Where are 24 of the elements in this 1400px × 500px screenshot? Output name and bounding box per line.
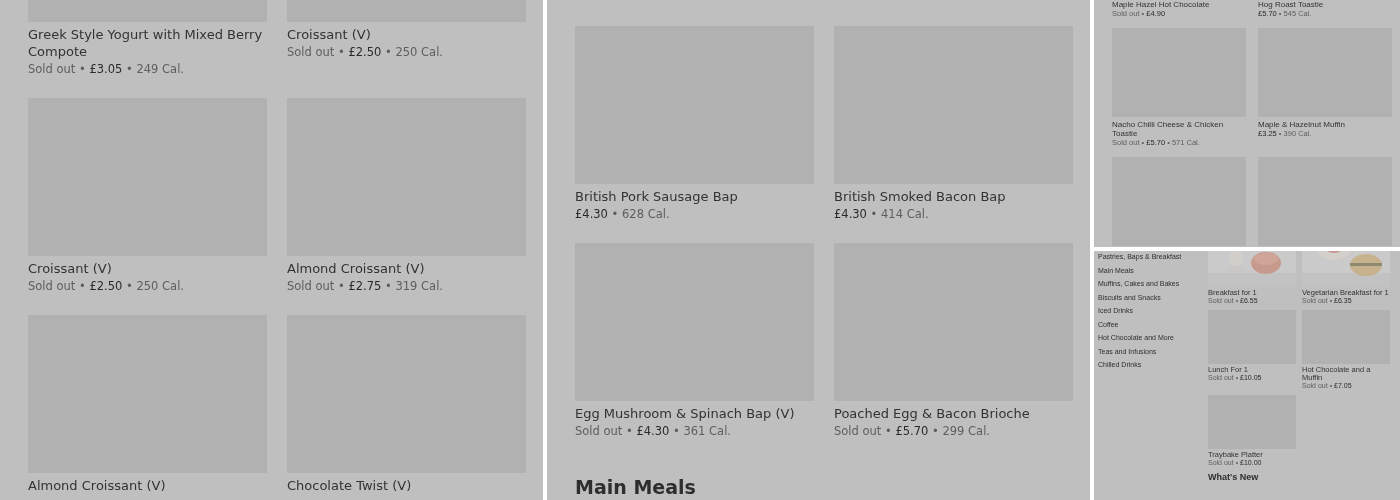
item-name[interactable]: Maple & Hazelnut Muffin <box>1258 120 1392 129</box>
item-name[interactable]: Almond Croissant (V) <box>287 260 526 277</box>
section-heading: Main Meals <box>575 476 697 498</box>
item-price-info: Sold out • £5.70 • 299 Cal. <box>834 423 991 440</box>
item-price-info: Sold out • £2.50 • 250 Cal. <box>287 44 444 61</box>
item-name[interactable]: British Pork Sausage Bap <box>575 188 814 205</box>
item-name[interactable]: Almond Croissant (V) <box>28 477 267 494</box>
item-name[interactable]: Hog Roast Toastie <box>1258 0 1392 9</box>
section-heading: What's New <box>1208 472 1260 482</box>
item-price-info: £4.30 • 628 Cal. <box>575 206 671 223</box>
item-name[interactable]: Nacho Chilli Cheese & Chicken Toastie <box>1112 120 1246 138</box>
item-name[interactable]: Chocolate Twist (V) <box>287 477 526 494</box>
item-price-info: Sold out • £3.05 • 249 Cal. <box>28 61 185 78</box>
item-name[interactable]: Croissant (V) <box>28 260 267 277</box>
item-name[interactable]: Maple Hazel Hot Chocolate <box>1112 0 1246 9</box>
item-price-info: Sold out • £4.30 • 361 Cal. <box>575 423 732 440</box>
item-price-info: Sold out • £2.50 • 250 Cal. <box>28 278 185 295</box>
item-name[interactable]: Egg Mushroom & Spinach Bap (V) <box>575 405 814 422</box>
item-name[interactable]: Croissant (V) <box>287 26 526 43</box>
item-name[interactable]: Poached Egg & Bacon Brioche <box>834 405 1073 422</box>
item-name[interactable]: Greek Style Yogurt with Mixed Berry Compote <box>28 26 267 60</box>
item-price-info: Sold out • £2.75 • 319 Cal. <box>287 278 444 295</box>
item-name[interactable]: British Smoked Bacon Bap <box>834 188 1073 205</box>
item-price-info: £4.30 • 414 Cal. <box>834 206 930 223</box>
